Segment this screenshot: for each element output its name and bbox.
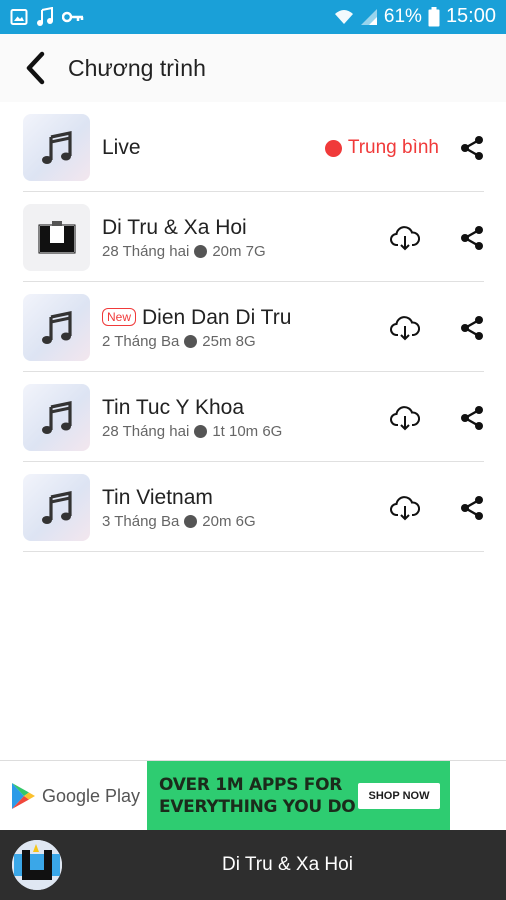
- list-item-program[interactable]: New Dien Dan Di Tru 2 Tháng Ba 25m 8G: [0, 282, 506, 372]
- ad-banner[interactable]: Google Play OVER 1M APPS FOR EVERYTHING …: [0, 760, 506, 831]
- share-icon[interactable]: [458, 404, 486, 432]
- app-bar: Chương trình: [0, 34, 506, 102]
- separator-dot: [184, 335, 198, 348]
- now-playing-title: Di Tru & Xa Hoi: [222, 854, 353, 875]
- cloud-download-icon[interactable]: [390, 314, 420, 342]
- program-date: 28 Tháng hai: [102, 243, 190, 260]
- live-indicator-dot: [324, 139, 342, 157]
- live-quality-status: Trung bình: [324, 137, 439, 159]
- program-title: Tin Vietnam: [102, 486, 213, 509]
- program-date: 28 Tháng hai: [102, 423, 190, 440]
- program-duration: 20m 6G: [202, 513, 256, 530]
- status-bar: 61% 15:00: [0, 0, 506, 34]
- program-meta: 28 Tháng hai 1t 10m 6G: [102, 423, 282, 440]
- program-meta: 2 Tháng Ba 25m 8G: [102, 333, 256, 350]
- list-item-program[interactable]: Tin Vietnam 3 Tháng Ba 20m 6G: [0, 462, 506, 552]
- cloud-download-icon[interactable]: [390, 404, 420, 432]
- key-icon: [62, 11, 84, 23]
- battery-icon: [428, 6, 440, 26]
- image-notification-icon: [10, 9, 28, 25]
- signal-icon: [360, 8, 377, 25]
- music-notification-icon: [37, 7, 53, 26]
- program-meta: 28 Tháng hai 20m 7G: [102, 243, 266, 260]
- program-duration: 25m 8G: [202, 333, 256, 350]
- share-icon[interactable]: [458, 224, 486, 252]
- divider: [23, 551, 484, 552]
- ad-margin: [450, 761, 506, 831]
- program-logo-icon: [38, 220, 75, 253]
- program-thumbnail: [23, 474, 90, 541]
- notification-icons: [10, 7, 84, 27]
- cloud-download-icon[interactable]: [390, 224, 420, 252]
- battery-percent: 61%: [383, 5, 422, 27]
- program-title: Live: [102, 136, 141, 159]
- list-item-program[interactable]: Tin Tuc Y Khoa 28 Tháng hai 1t 10m 6G: [0, 372, 506, 462]
- store-name: Google Play: [42, 785, 141, 806]
- now-playing-artwork: [12, 840, 62, 890]
- program-thumbnail: [23, 204, 90, 271]
- program-date: 2 Tháng Ba: [102, 333, 180, 350]
- program-duration: 1t 10m 6G: [212, 423, 283, 440]
- chevron-left-icon: [26, 51, 45, 85]
- program-thumbnail: [23, 114, 90, 181]
- program-title: Tin Tuc Y Khoa: [102, 396, 245, 419]
- program-title: Di Tru & Xa Hoi: [102, 216, 247, 239]
- play-store-icon: [12, 783, 35, 809]
- page-title: Chương trình: [68, 55, 206, 81]
- program-meta: 3 Tháng Ba 20m 6G: [102, 513, 256, 530]
- ad-headline: OVER 1M APPS FOR EVERYTHING YOU DO: [159, 774, 356, 818]
- separator-dot: [194, 245, 208, 258]
- share-icon[interactable]: [458, 494, 486, 522]
- google-play-logo: Google Play: [0, 761, 147, 831]
- shop-now-button[interactable]: SHOP NOW: [358, 783, 440, 809]
- program-thumbnail: [23, 384, 90, 451]
- wifi-icon: [334, 9, 353, 24]
- program-thumbnail: [23, 294, 90, 361]
- program-title: Dien Dan Di Tru: [142, 306, 292, 329]
- list-item-program[interactable]: Di Tru & Xa Hoi 28 Tháng hai 20m 7G: [0, 192, 506, 282]
- music-note-icon: [41, 490, 72, 524]
- mini-player[interactable]: Di Tru & Xa Hoi: [0, 830, 506, 900]
- ad-promo[interactable]: OVER 1M APPS FOR EVERYTHING YOU DO SHOP …: [147, 761, 450, 831]
- program-title-row: New Dien Dan Di Tru: [102, 306, 291, 330]
- music-note-icon: [41, 130, 72, 164]
- ad-headline-line2: EVERYTHING YOU DO: [159, 797, 356, 817]
- new-badge: New: [102, 308, 137, 326]
- ad-headline-line1: OVER 1M APPS FOR: [159, 775, 343, 795]
- program-date: 3 Tháng Ba: [102, 513, 180, 530]
- back-button[interactable]: [18, 50, 52, 86]
- program-duration: 20m 7G: [212, 243, 266, 260]
- system-status: 61% 15:00: [334, 5, 496, 28]
- share-icon[interactable]: [458, 314, 486, 342]
- cloud-download-icon[interactable]: [390, 494, 420, 522]
- separator-dot: [184, 515, 198, 528]
- list-item-live[interactable]: Live Trung bình: [0, 102, 506, 192]
- share-icon[interactable]: [458, 134, 486, 162]
- music-note-icon: [41, 400, 72, 434]
- separator-dot: [194, 425, 208, 438]
- program-logo-icon: [12, 840, 62, 890]
- music-note-icon: [41, 310, 72, 344]
- live-quality-label: Trung bình: [347, 137, 439, 158]
- clock: 15:00: [445, 5, 496, 27]
